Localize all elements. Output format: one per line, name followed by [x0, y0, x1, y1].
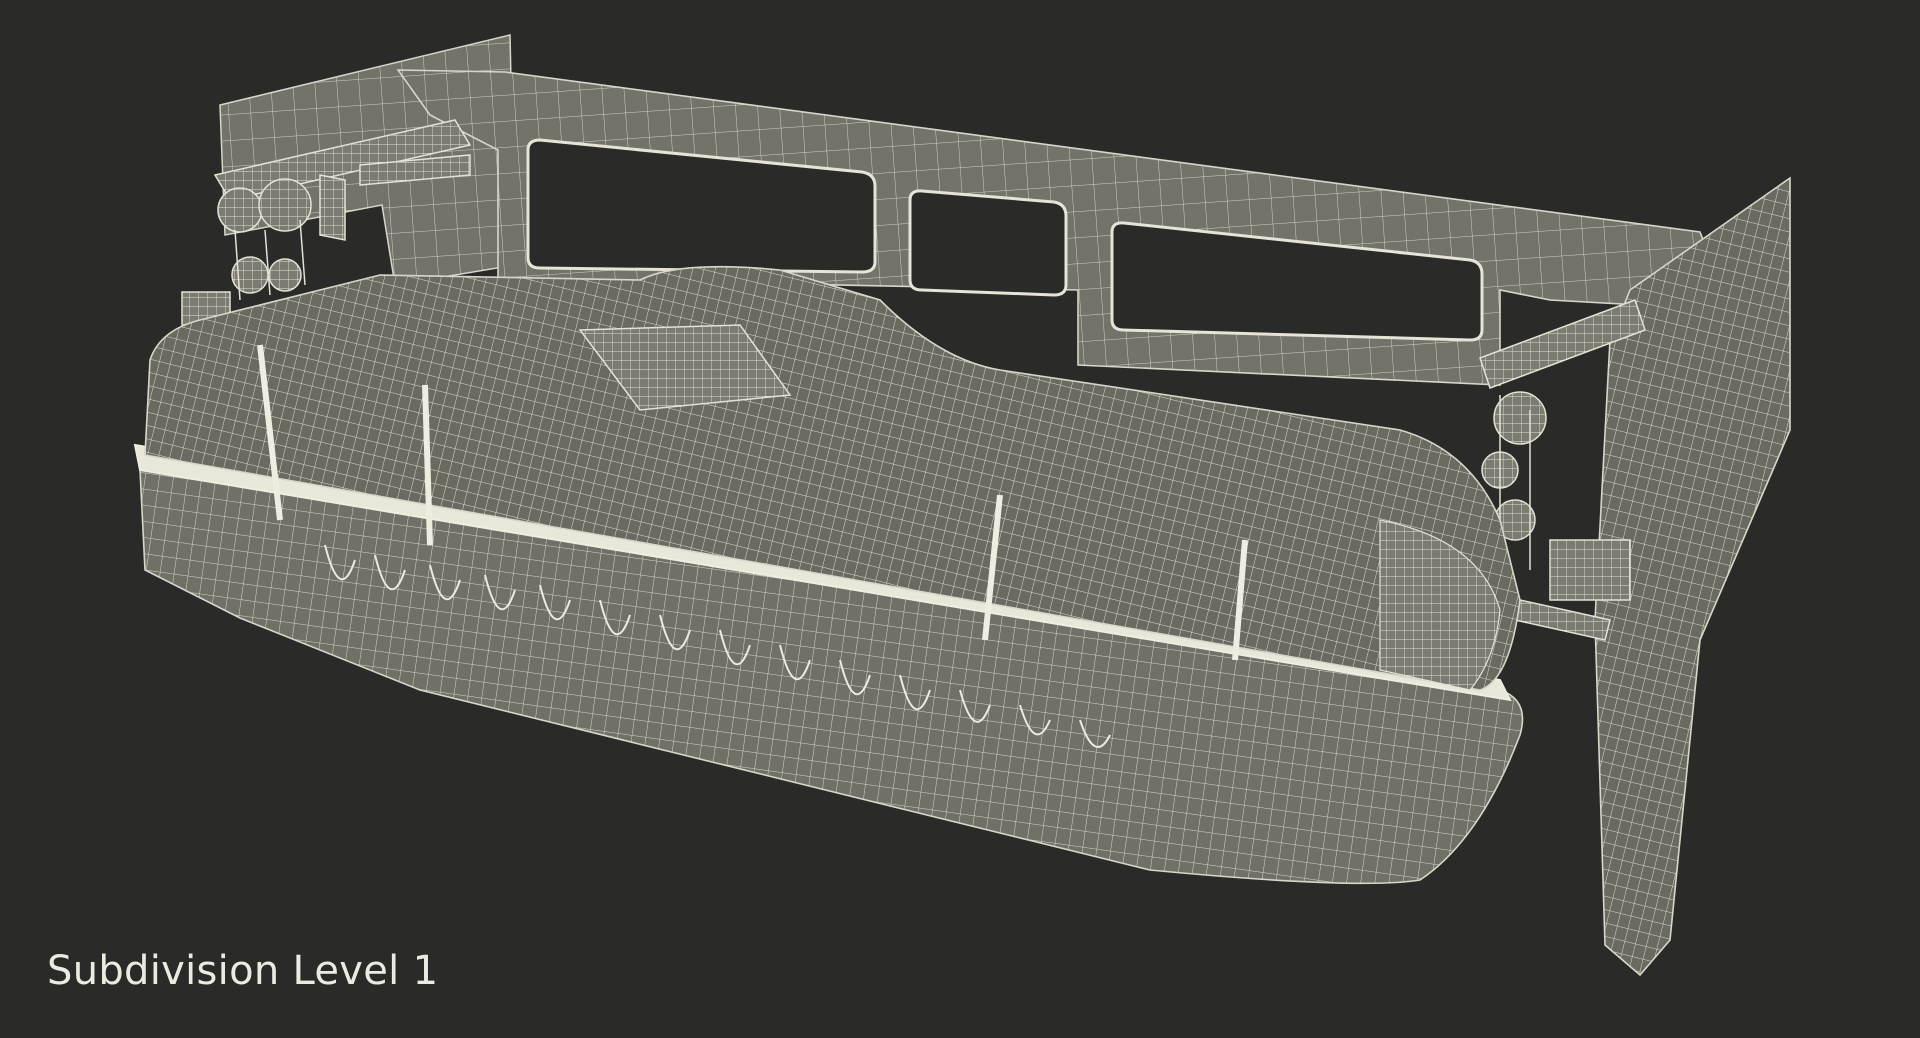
wireframe-render [133, 34, 1791, 977]
subdivision-level-caption: Subdivision Level 1 [47, 948, 439, 994]
render-viewport: Subdivision Level 1 [0, 0, 1920, 1038]
